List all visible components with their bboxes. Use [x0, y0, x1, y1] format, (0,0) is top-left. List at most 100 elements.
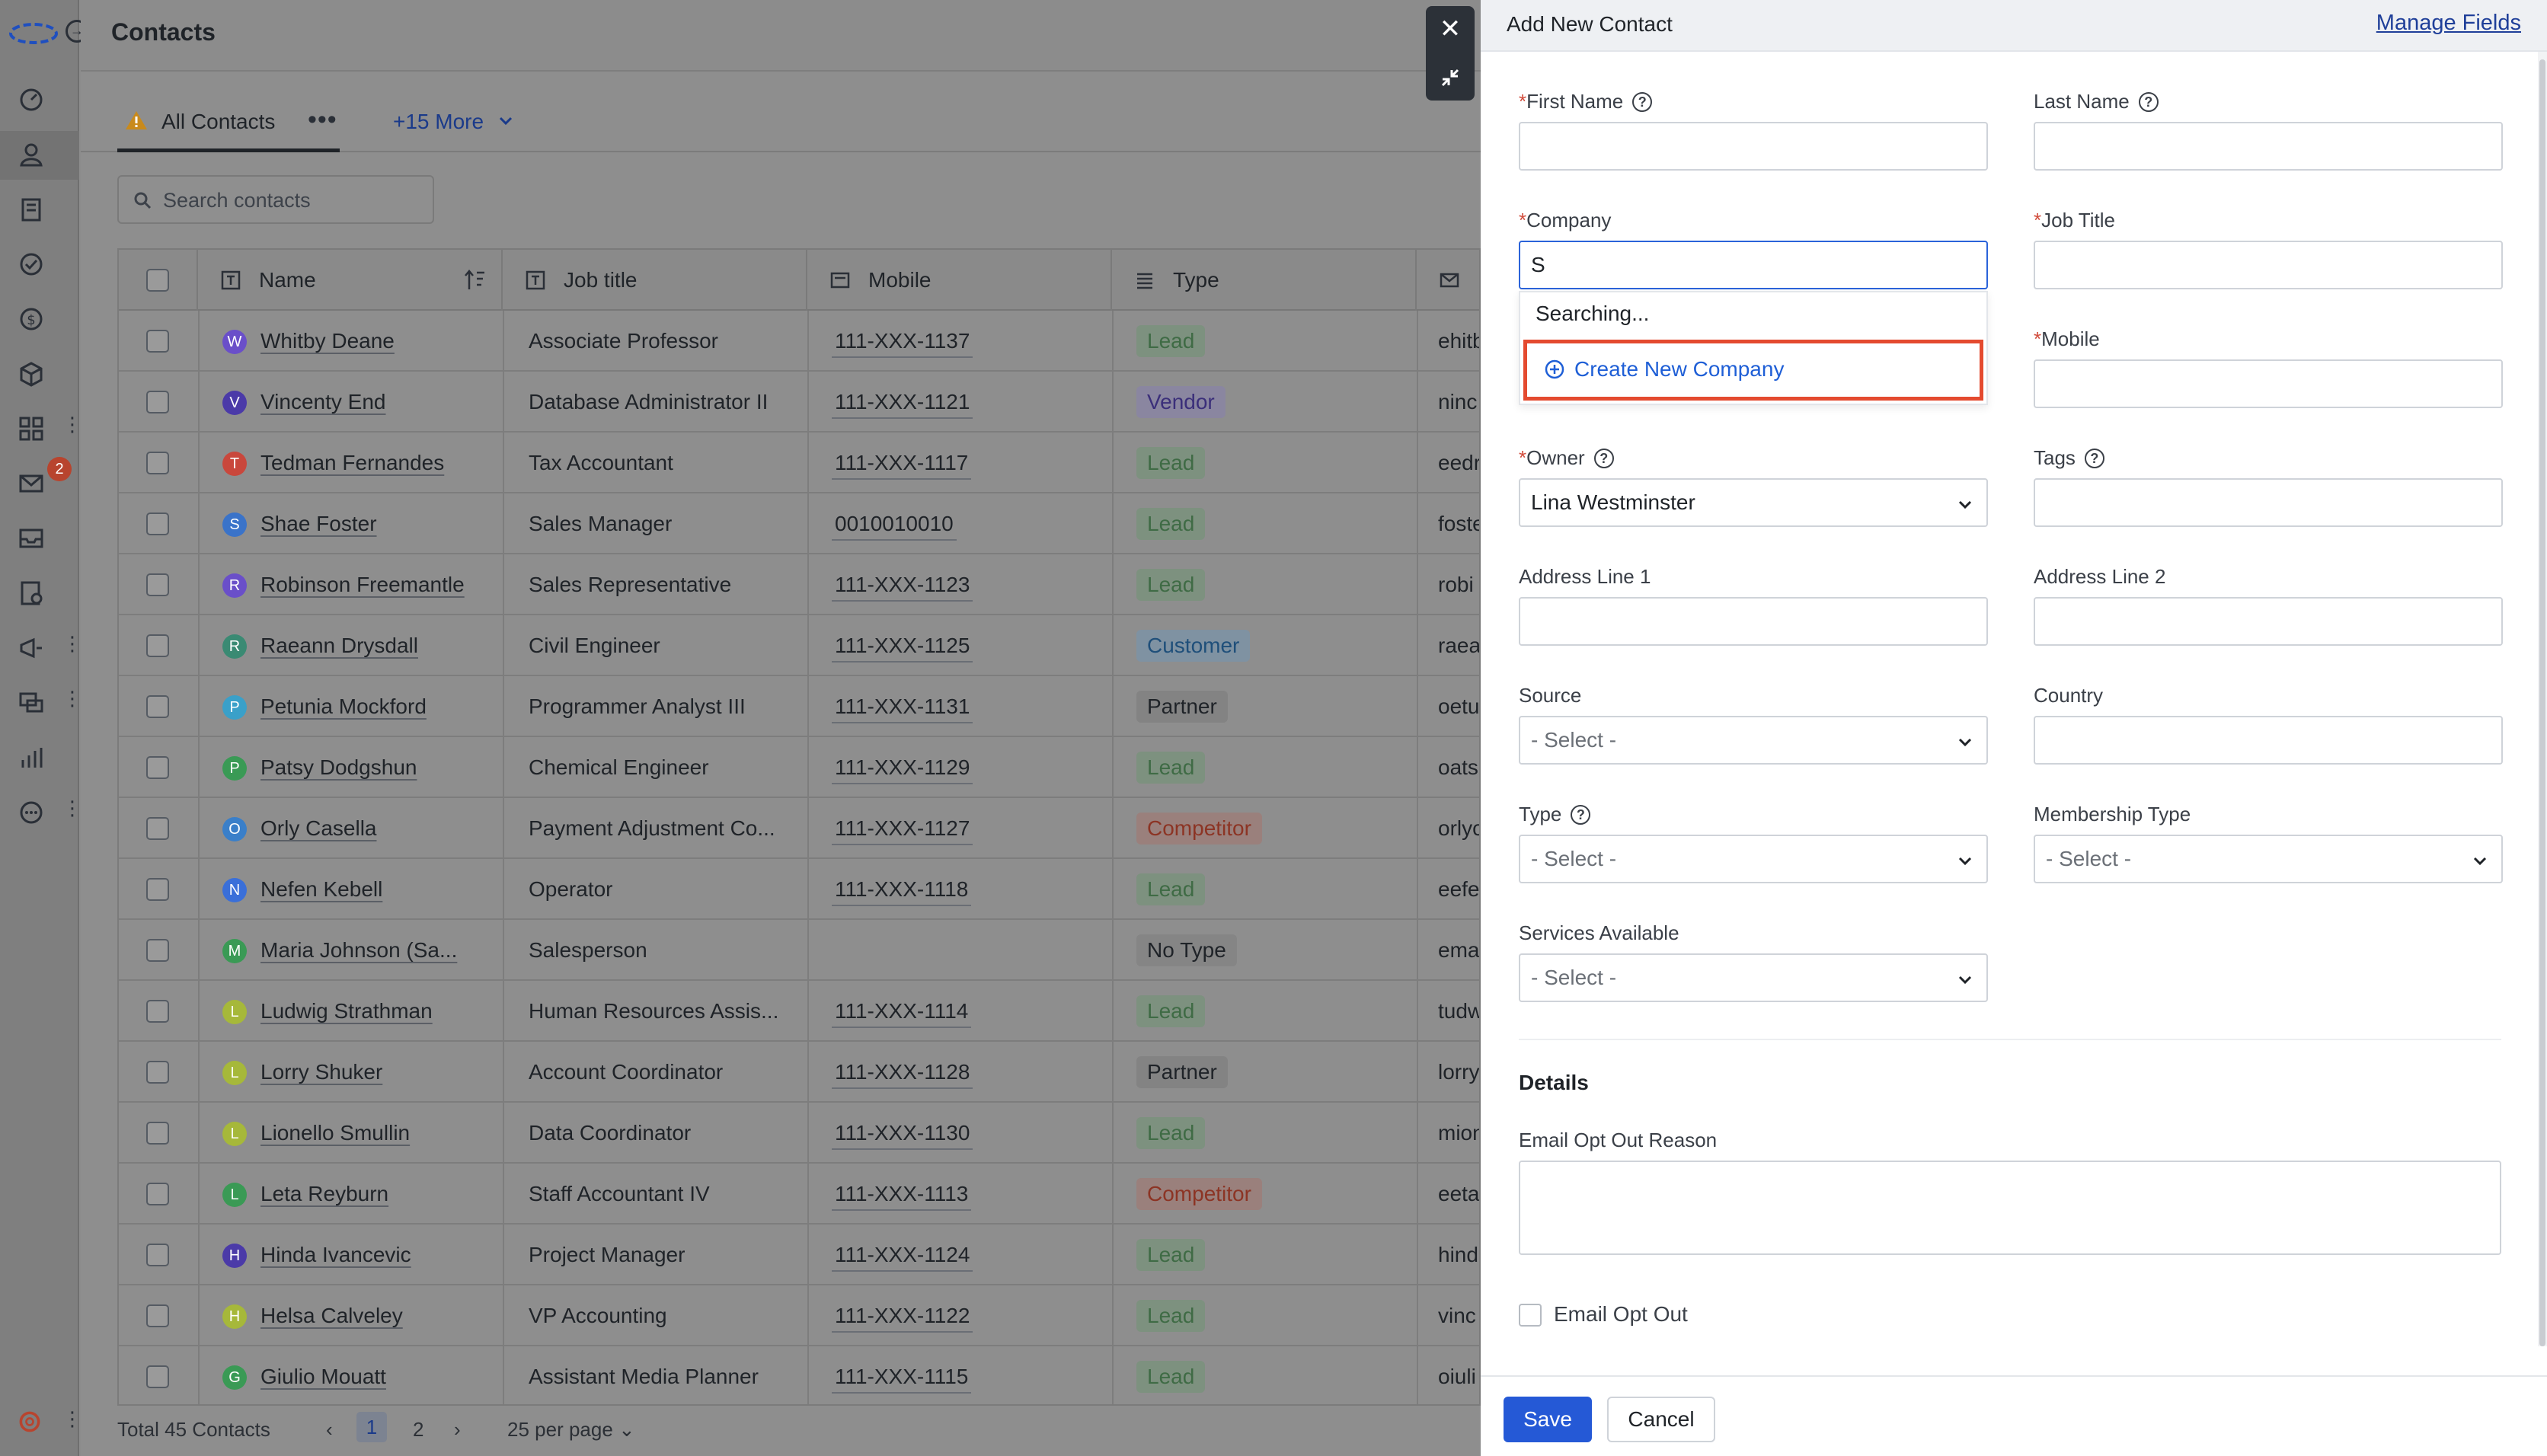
email-cell[interactable]: foste [1438, 493, 1479, 554]
tab-options-icon[interactable]: ••• [308, 105, 337, 135]
contact-name-link[interactable]: Tedman Fernandes [260, 433, 497, 493]
help-icon[interactable]: ? [1632, 92, 1653, 112]
tab-all-contacts[interactable]: All Contacts ••• [117, 99, 340, 152]
row-checkbox[interactable] [146, 939, 169, 962]
membership-select[interactable]: - Select - [2034, 835, 2503, 883]
contact-name-link[interactable]: Petunia Mockford [260, 676, 497, 737]
column-type[interactable]: Type [1112, 250, 1417, 311]
mobile-cell[interactable]: 111-XXX-1137 [832, 311, 1106, 372]
first-name-input[interactable] [1519, 122, 1988, 171]
email-cell[interactable]: orlyc [1438, 798, 1479, 859]
contact-name-link[interactable]: Patsy Dodgshun [260, 737, 497, 798]
column-job-title[interactable]: Job title [503, 250, 807, 311]
email-cell[interactable]: tudw [1438, 981, 1479, 1042]
email-cell[interactable]: raea [1438, 615, 1479, 676]
table-row[interactable]: L Leta Reyburn Staff Accountant IV 111-XXX-… [119, 1164, 1479, 1225]
email-cell[interactable]: oiuli [1438, 1346, 1479, 1404]
contact-name-link[interactable]: Lorry Shuker [260, 1042, 497, 1103]
table-row[interactable]: H Helsa Calveley VP Accounting 111-XXX-1122… [119, 1285, 1479, 1346]
contact-name-link[interactable]: Robinson Freemantle [260, 554, 497, 615]
mobile-cell[interactable]: 111-XXX-1125 [832, 615, 1106, 676]
apps-more-icon[interactable]: ⋮ [62, 414, 82, 434]
sort-icon[interactable] [463, 268, 487, 292]
row-checkbox[interactable] [146, 634, 169, 657]
mobile-cell[interactable]: 111-XXX-1121 [832, 372, 1106, 433]
email-cell[interactable]: hind [1438, 1225, 1479, 1285]
table-row[interactable]: V Vincenty End Database Administrator II 11… [119, 372, 1479, 433]
help-more-icon[interactable]: ⋮ [62, 1409, 82, 1429]
mobile-cell[interactable]: 111-XXX-1130 [832, 1103, 1106, 1164]
table-row[interactable]: O Orly Casella Payment Adjustment Co... 111… [119, 798, 1479, 859]
table-row[interactable]: T Tedman Fernandes Tax Accountant 111-XXX-1… [119, 433, 1479, 493]
job-title-input[interactable] [2034, 241, 2503, 289]
mobile-cell[interactable]: 0010010010 [832, 493, 1106, 554]
mobile-cell[interactable]: 111-XXX-1128 [832, 1042, 1106, 1103]
row-checkbox[interactable] [146, 817, 169, 840]
email-cell[interactable]: mion [1438, 1103, 1479, 1164]
save-button[interactable]: Save [1504, 1397, 1592, 1442]
row-checkbox[interactable] [146, 756, 169, 779]
source-select[interactable]: - Select - [1519, 716, 1988, 765]
contact-name-link[interactable]: Hinda Ivancevic [260, 1225, 497, 1285]
mobile-cell[interactable]: 111-XXX-1122 [832, 1285, 1106, 1346]
row-checkbox[interactable] [146, 1244, 169, 1266]
row-checkbox[interactable] [146, 1122, 169, 1145]
mobile-cell[interactable]: 111-XXX-1118 [832, 859, 1106, 920]
table-row[interactable]: W Whitby Deane Associate Professor 111-XXX-… [119, 311, 1479, 372]
page-1-button[interactable]: 1 [356, 1412, 387, 1442]
email-cell[interactable]: eeta [1438, 1164, 1479, 1225]
mobile-cell[interactable]: 111-XXX-1131 [832, 676, 1106, 737]
mobile-cell[interactable]: 111-XXX-1114 [832, 981, 1106, 1042]
more-views-dropdown[interactable]: +15 More [393, 110, 484, 134]
email-cell[interactable]: ema [1438, 920, 1479, 981]
manage-fields-link[interactable]: Manage Fields [2376, 11, 2521, 36]
more-options-dots-icon[interactable]: ⋮ [62, 798, 82, 818]
cancel-button[interactable]: Cancel [1607, 1397, 1715, 1442]
help-icon[interactable]: ? [2138, 92, 2159, 112]
address1-input[interactable] [1519, 597, 1988, 646]
column-email[interactable]: E [1417, 250, 1479, 311]
select-all-checkbox[interactable] [146, 269, 169, 292]
row-checkbox[interactable] [146, 1365, 169, 1388]
services-select[interactable]: - Select - [1519, 953, 1988, 1002]
tags-input[interactable] [2034, 478, 2503, 527]
mobile-cell[interactable]: 111-XXX-1123 [832, 554, 1106, 615]
email-cell[interactable]: ehitb [1438, 311, 1479, 372]
table-row[interactable]: P Patsy Dodgshun Chemical Engineer 111-XXX-… [119, 737, 1479, 798]
row-checkbox[interactable] [146, 330, 169, 353]
address2-input[interactable] [2034, 597, 2503, 646]
minimize-panel-icon[interactable] [1438, 65, 1462, 90]
row-checkbox[interactable] [146, 1061, 169, 1084]
row-checkbox[interactable] [146, 1183, 169, 1205]
table-row[interactable]: N Nefen Kebell Operator 111-XXX-1118 Lead eef… [119, 859, 1479, 920]
help-icon[interactable]: ? [2084, 449, 2104, 468]
mobile-cell[interactable]: 111-XXX-1124 [832, 1225, 1106, 1285]
last-name-input[interactable] [2034, 122, 2503, 171]
table-row[interactable]: L Lorry Shuker Account Coordinator 111-XXX-… [119, 1042, 1479, 1103]
column-name[interactable]: Name [198, 250, 503, 311]
row-checkbox[interactable] [146, 452, 169, 474]
campaigns-more-icon[interactable]: ⋮ [62, 634, 82, 653]
row-checkbox[interactable] [146, 391, 169, 413]
chat-more-icon[interactable]: ⋮ [62, 688, 82, 708]
mobile-cell[interactable]: 111-XXX-1127 [832, 798, 1106, 859]
table-row[interactable]: R Raeann Drysdall Civil Engineer 111-XXX-11… [119, 615, 1479, 676]
help-icon[interactable]: ? [1571, 805, 1591, 825]
table-row[interactable]: G Giulio Mouatt Assistant Media Planner 111… [119, 1346, 1479, 1404]
email-cell[interactable]: eefe [1438, 859, 1479, 920]
row-checkbox[interactable] [146, 878, 169, 901]
table-row[interactable]: M Maria Johnson (Sa... Salesperson No Type e… [119, 920, 1479, 981]
contact-name-link[interactable]: Shae Foster [260, 493, 497, 554]
contact-name-link[interactable]: Maria Johnson (Sa... [260, 920, 497, 981]
contact-name-link[interactable]: Giulio Mouatt [260, 1346, 497, 1404]
mobile-cell[interactable]: 111-XXX-1129 [832, 737, 1106, 798]
email-cell[interactable]: lorry [1438, 1042, 1479, 1103]
table-row[interactable]: L Lionello Smullin Data Coordinator 111-XXX… [119, 1103, 1479, 1164]
mobile-cell[interactable] [832, 920, 1106, 981]
contact-name-link[interactable]: Raeann Drysdall [260, 615, 497, 676]
row-checkbox[interactable] [146, 695, 169, 718]
panel-scrollbar[interactable] [2538, 52, 2547, 1346]
help-icon[interactable]: ? [1593, 449, 1614, 468]
row-checkbox[interactable] [146, 573, 169, 596]
table-row[interactable]: S Shae Foster Sales Manager 0010010010 Lead f… [119, 493, 1479, 554]
